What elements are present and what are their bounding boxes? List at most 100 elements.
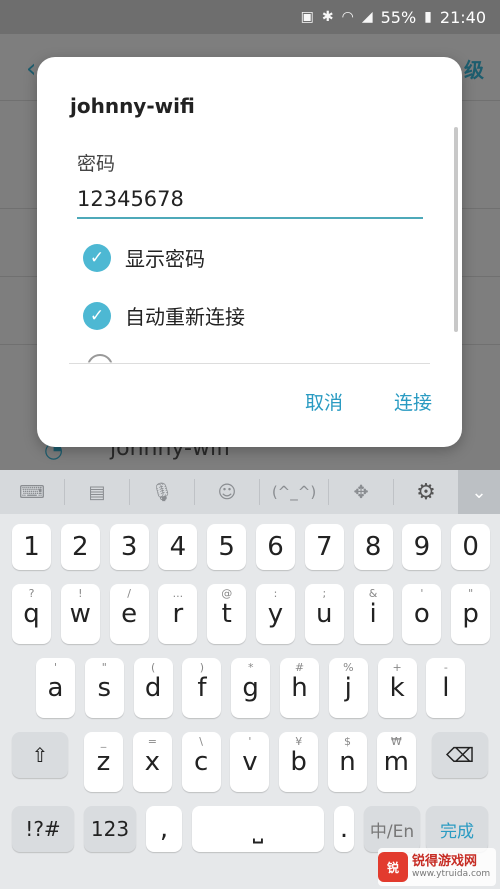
- key-hint: %: [343, 661, 354, 674]
- key-n[interactable]: $ n: [328, 732, 367, 792]
- key-i[interactable]: & i: [353, 584, 393, 644]
- key-0[interactable]: 0: [451, 524, 491, 570]
- key-hint: @: [221, 587, 233, 600]
- key-label: p: [462, 599, 479, 629]
- key-v[interactable]: ' v: [230, 732, 270, 792]
- key-hint: /: [127, 587, 131, 600]
- auto-reconnect-checkbox[interactable]: ✓ 自动重新连接: [83, 301, 245, 330]
- wifi-password-dialog: johnny-wifi 密码 ✓ 显示密码 ✓ 自动重新连接 取消 连接: [37, 57, 462, 447]
- key-hint: $: [344, 735, 351, 748]
- emoticon-button[interactable]: (^_^): [260, 470, 328, 514]
- keyboard-icon[interactable]: ⌨: [0, 470, 64, 514]
- key-8[interactable]: 8: [353, 524, 393, 570]
- key-1[interactable]: 1: [12, 524, 51, 570]
- key-k[interactable]: + k: [377, 658, 417, 718]
- key-6[interactable]: 6: [256, 524, 295, 570]
- back-arrow-icon[interactable]: ‹: [26, 54, 36, 84]
- key-b[interactable]: ¥ b: [279, 732, 319, 792]
- watermark-logo-icon: 锐: [378, 852, 408, 882]
- show-password-checkbox[interactable]: ✓ 显示密码: [83, 243, 205, 272]
- key-d[interactable]: (d: [133, 658, 173, 718]
- key-2[interactable]: 2: [60, 524, 100, 570]
- microphone-icon[interactable]: 🎙: [130, 470, 194, 514]
- period-key[interactable]: .: [334, 806, 354, 852]
- key-q[interactable]: ? q: [12, 584, 51, 644]
- key-t[interactable]: @ t: [207, 584, 247, 644]
- key-e[interactable]: / e: [109, 584, 149, 644]
- key-h[interactable]: # h: [280, 658, 319, 718]
- key-label: q: [23, 599, 40, 629]
- connect-button[interactable]: 连接: [388, 387, 438, 416]
- key-4[interactable]: 4: [158, 524, 198, 570]
- key-hint: ': [248, 735, 252, 748]
- key-label: 2: [72, 532, 89, 562]
- key-l[interactable]: -l: [426, 658, 466, 718]
- key-r[interactable]: ... r: [158, 584, 198, 644]
- clipboard-icon[interactable]: ▤: [65, 470, 129, 514]
- key-label: h: [291, 673, 308, 703]
- settings-gear-icon[interactable]: ⚙: [394, 470, 458, 514]
- key-label: d: [144, 673, 162, 703]
- key-j[interactable]: % j: [328, 658, 368, 718]
- done-key[interactable]: 完成: [426, 806, 488, 852]
- check-icon: ✓: [83, 243, 111, 272]
- key-hint: ": [468, 587, 474, 600]
- space-key[interactable]: ⎵: [192, 806, 324, 852]
- key-label: n: [339, 747, 356, 777]
- key-s[interactable]: " s: [84, 658, 124, 718]
- battery-level: 55%: [380, 7, 417, 27]
- key-label: i: [369, 599, 377, 629]
- key-p[interactable]: " p: [451, 584, 491, 644]
- key-label: b: [290, 747, 307, 777]
- key-3[interactable]: 3: [109, 524, 149, 570]
- key-label: 0: [462, 532, 479, 562]
- emoji-icon[interactable]: ☺: [195, 470, 259, 514]
- key-hint: #: [294, 661, 305, 674]
- key-7[interactable]: 7: [304, 524, 344, 570]
- scrollbar[interactable]: [454, 127, 458, 332]
- key-x[interactable]: = x: [132, 732, 172, 792]
- keyboard: ⇧ ⌫ !?# 123 , ⎵ . 中/En 完成 1 2 3 4 5 6 7 8 9 0? q! w…: [0, 514, 500, 889]
- comma-key[interactable]: ,: [146, 806, 182, 852]
- symbols-key[interactable]: !?#: [12, 806, 74, 852]
- advanced-link[interactable]: 级: [464, 54, 484, 83]
- key-9[interactable]: 9: [402, 524, 442, 570]
- key-label: w: [69, 599, 91, 629]
- key-hint: ;: [322, 587, 327, 600]
- key-a[interactable]: ' a: [36, 658, 75, 718]
- key-label: r: [172, 599, 184, 629]
- chevron-down-icon[interactable]: ⌄: [458, 470, 500, 514]
- key-g[interactable]: * g: [231, 658, 271, 718]
- language-switch-key[interactable]: 中/En: [364, 806, 420, 852]
- password-input[interactable]: [77, 181, 423, 219]
- key-label: a: [47, 673, 64, 703]
- password-label: 密码: [77, 153, 116, 175]
- key-c[interactable]: \ c: [181, 732, 221, 792]
- key-f[interactable]: ) f: [182, 658, 222, 718]
- key-5[interactable]: 5: [207, 524, 247, 570]
- key-hint: ": [101, 661, 107, 674]
- key-z[interactable]: _ z: [84, 732, 123, 792]
- key-w[interactable]: ! w: [60, 584, 100, 644]
- shift-key[interactable]: ⇧: [12, 732, 68, 778]
- key-label: e: [121, 599, 138, 629]
- key-m[interactable]: ₩ m: [376, 732, 416, 792]
- cancel-button[interactable]: 取消: [299, 387, 349, 416]
- key-label: z: [96, 747, 111, 777]
- key-hint: \: [199, 735, 203, 748]
- key-label: 6: [267, 532, 284, 562]
- auto-reconnect-label: 自动重新连接: [125, 305, 245, 329]
- key-hint: ): [199, 661, 205, 674]
- key-y[interactable]: :y: [256, 584, 295, 644]
- key-label: 3: [120, 532, 138, 562]
- advanced-options-checkbox[interactable]: [87, 354, 113, 363]
- key-o[interactable]: ' o: [402, 584, 442, 644]
- key-hint: (: [150, 661, 156, 674]
- key-u[interactable]: ; u: [304, 584, 344, 644]
- bluetooth-icon: ✱: [321, 9, 334, 25]
- numbers-key[interactable]: 123: [84, 806, 136, 852]
- cursor-move-icon[interactable]: ✥: [329, 470, 393, 514]
- backspace-key[interactable]: ⌫: [432, 732, 488, 778]
- key-hint: ...: [172, 587, 184, 600]
- key-label: 9: [413, 532, 431, 562]
